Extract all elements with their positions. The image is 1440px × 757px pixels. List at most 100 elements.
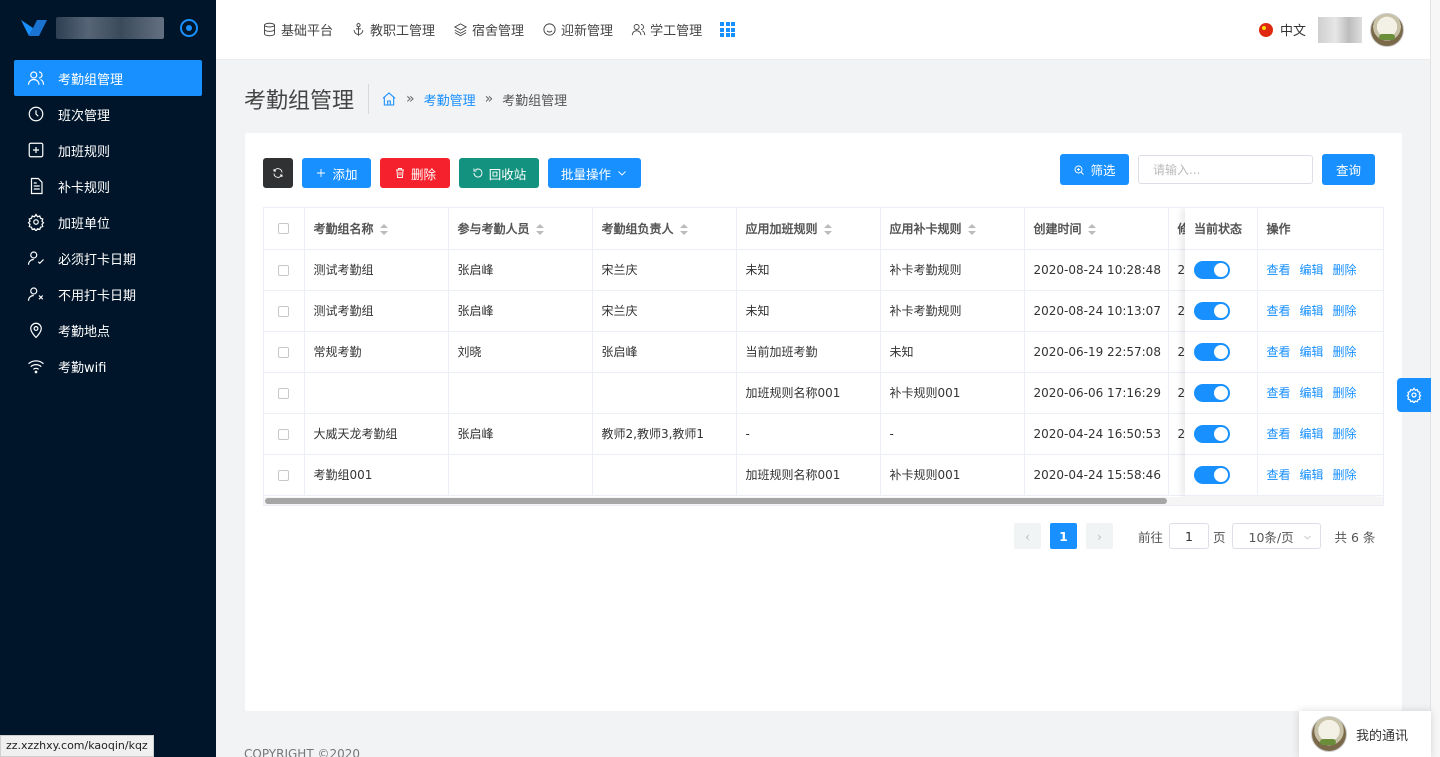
edit-link[interactable]: 编辑 <box>1300 345 1324 359</box>
breadcrumb-parent-link[interactable]: 考勤管理 <box>424 90 476 109</box>
sort-icon[interactable] <box>823 223 832 235</box>
edit-link[interactable]: 编辑 <box>1300 304 1324 318</box>
row-checkbox[interactable] <box>278 346 290 358</box>
delete-link[interactable]: 删除 <box>1333 263 1357 277</box>
row-checkbox[interactable] <box>278 428 290 440</box>
status-toggle[interactable] <box>1194 383 1230 402</box>
table-row: 查看 编辑 删除 <box>1185 454 1383 496</box>
sidebar-item-attendance-group[interactable]: 考勤组管理 <box>14 60 202 96</box>
zoom-search-icon <box>1075 165 1085 175</box>
logo-row <box>0 0 216 56</box>
status-toggle[interactable] <box>1194 465 1230 484</box>
sort-icon[interactable] <box>1087 223 1096 235</box>
batch-operation-label: 批量操作 <box>560 167 611 182</box>
next-page-button[interactable]: › <box>1086 523 1113 549</box>
status-toggle[interactable] <box>1194 260 1230 279</box>
query-button[interactable]: 查询 <box>1322 154 1375 185</box>
column-header[interactable]: 考勤组名称 <box>304 208 449 250</box>
home-icon[interactable] <box>381 91 397 107</box>
sidebar-item-makeup-rules[interactable]: 补卡规则 <box>14 168 202 204</box>
column-header[interactable]: 应用加班规则 <box>736 208 881 250</box>
select-all-checkbox[interactable] <box>278 223 290 235</box>
row-select-cell <box>264 249 305 291</box>
delete-link[interactable]: 删除 <box>1333 468 1357 482</box>
column-header[interactable]: 参与考勤人员 <box>448 208 593 250</box>
add-button[interactable]: 添加 <box>302 158 371 188</box>
delete-link[interactable]: 删除 <box>1333 427 1357 441</box>
batch-operation-dropdown[interactable]: 批量操作 <box>548 158 641 188</box>
edit-link[interactable]: 编辑 <box>1300 386 1324 400</box>
view-link[interactable]: 查看 <box>1267 427 1291 441</box>
recycle-bin-button[interactable]: 回收站 <box>459 158 539 188</box>
view-link[interactable]: 查看 <box>1267 468 1291 482</box>
actions-cell: 查看 编辑 删除 <box>1257 454 1383 496</box>
language-switch[interactable]: 中文 <box>1280 20 1306 39</box>
app-grid-icon[interactable] <box>720 22 736 37</box>
sidebar-item-exempt-dates[interactable]: 不用打卡日期 <box>14 276 202 312</box>
sort-icon[interactable] <box>535 223 544 235</box>
sort-icon[interactable] <box>679 223 688 235</box>
chat-widget[interactable]: 我的通讯 <box>1299 711 1431 757</box>
sort-icon[interactable] <box>379 223 388 235</box>
goto-page-input[interactable] <box>1169 523 1210 549</box>
view-link[interactable]: 查看 <box>1267 263 1291 277</box>
row-checkbox[interactable] <box>278 387 290 399</box>
status-cell <box>1185 249 1258 291</box>
sidebar-item-overtime-rules[interactable]: 加班规则 <box>14 132 202 168</box>
delete-link[interactable]: 删除 <box>1333 386 1357 400</box>
nav-item-freshman[interactable]: 迎新管理 <box>542 20 613 39</box>
nav-item-dormitory[interactable]: 宿舍管理 <box>453 20 524 39</box>
status-cell <box>1185 454 1258 496</box>
collapse-toggle-icon[interactable] <box>180 19 198 37</box>
edit-link[interactable]: 编辑 <box>1300 468 1324 482</box>
table-cell-leader: 宋兰庆 <box>592 249 737 291</box>
trash-icon <box>395 168 404 178</box>
edit-link[interactable]: 编辑 <box>1300 263 1324 277</box>
sidebar-item-required-dates[interactable]: 必须打卡日期 <box>14 240 202 276</box>
status-cell <box>1185 413 1258 455</box>
table-horizontal-scrollbar[interactable] <box>264 497 1383 505</box>
row-checkbox[interactable] <box>278 305 290 317</box>
user-avatar[interactable] <box>1370 12 1404 47</box>
refresh-button[interactable] <box>263 158 293 188</box>
nav-item-staff[interactable]: 教职工管理 <box>351 20 435 39</box>
page-number-button[interactable]: 1 <box>1050 523 1077 549</box>
nav-item-basic-platform[interactable]: 基础平台 <box>262 20 333 39</box>
nav-item-label: 教职工管理 <box>370 24 436 39</box>
view-link[interactable]: 查看 <box>1267 386 1291 400</box>
filter-button[interactable]: 筛选 <box>1060 154 1129 185</box>
status-toggle[interactable] <box>1194 301 1230 320</box>
chat-widget-label: 我的通讯 <box>1356 728 1409 744</box>
nav-item-student-affairs[interactable]: 学工管理 <box>631 20 702 39</box>
breadcrumb-separator: » <box>484 91 494 107</box>
status-toggle[interactable] <box>1194 424 1230 443</box>
column-header[interactable]: 考勤组负责人 <box>592 208 737 250</box>
view-link[interactable]: 查看 <box>1267 304 1291 318</box>
location-pin-icon <box>26 320 46 340</box>
column-header[interactable]: 创建时间 <box>1024 208 1169 250</box>
sidebar-item-wifi[interactable]: 考勤wifi <box>14 348 202 384</box>
delete-link[interactable]: 删除 <box>1333 345 1357 359</box>
row-select-cell <box>264 290 305 332</box>
edit-link[interactable]: 编辑 <box>1300 427 1324 441</box>
floating-settings-button[interactable] <box>1397 378 1431 412</box>
status-toggle[interactable] <box>1194 342 1230 361</box>
sidebar-item-shift[interactable]: 班次管理 <box>14 96 202 132</box>
table-cell-name: 常规考勤 <box>304 331 449 373</box>
column-header[interactable]: 应用补卡规则 <box>880 208 1025 250</box>
page-size-select[interactable]: 10条/页 <box>1231 523 1321 549</box>
page-scrollbar[interactable] <box>1430 0 1440 757</box>
sort-icon[interactable] <box>967 223 976 235</box>
sidebar-item-location[interactable]: 考勤地点 <box>14 312 202 348</box>
layers-icon <box>453 23 468 37</box>
sidebar-item-overtime-unit[interactable]: 加班单位 <box>14 204 202 240</box>
row-checkbox[interactable] <box>278 469 290 481</box>
delete-link[interactable]: 删除 <box>1333 304 1357 318</box>
view-link[interactable]: 查看 <box>1267 345 1291 359</box>
delete-button[interactable]: 删除 <box>380 158 450 188</box>
prev-page-button[interactable]: ‹ <box>1014 523 1041 549</box>
top-nav: 基础平台 教职工管理 宿舍管理 迎新管理 学工管理 <box>262 20 736 39</box>
search-input[interactable] <box>1138 155 1313 184</box>
table-row: 查看 编辑 删除 <box>1185 249 1383 291</box>
row-checkbox[interactable] <box>278 264 290 276</box>
